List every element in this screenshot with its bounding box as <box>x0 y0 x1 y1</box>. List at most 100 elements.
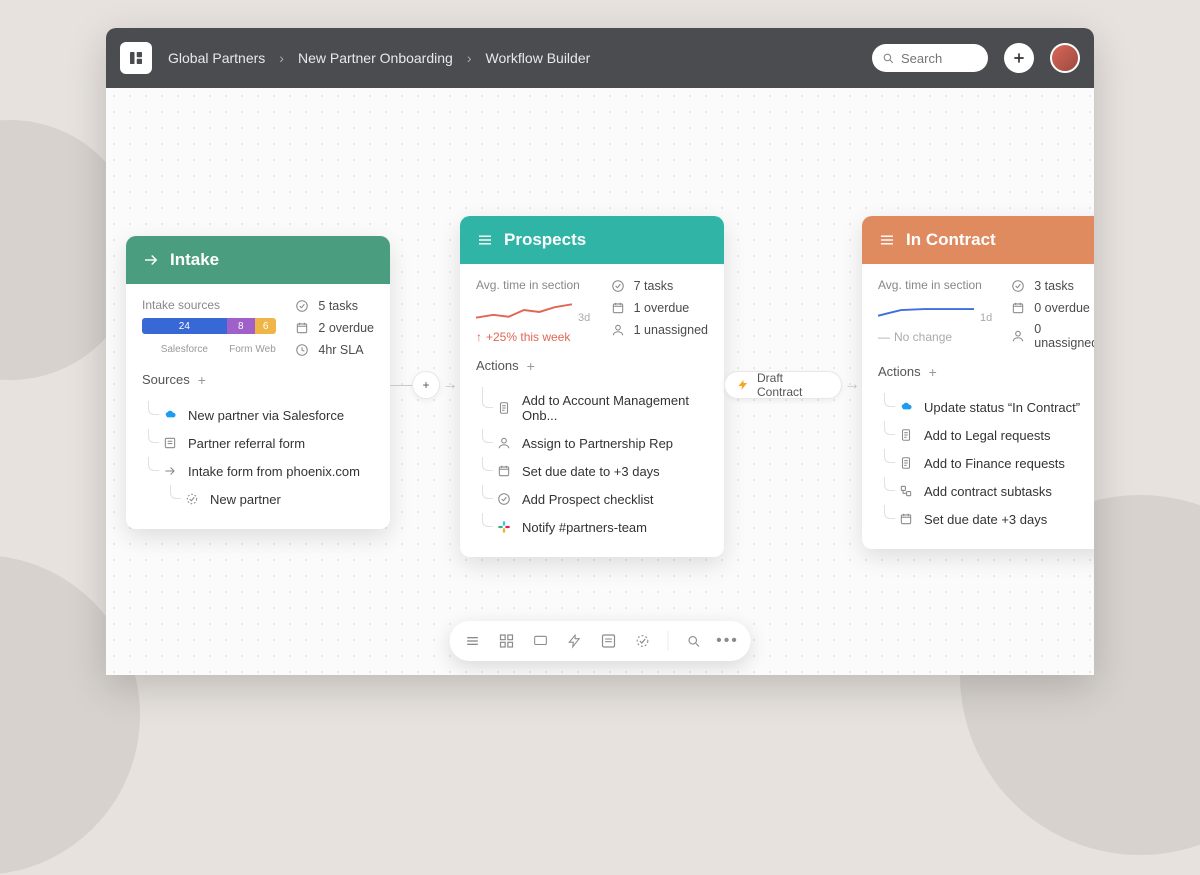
tool-form-button[interactable] <box>600 632 618 650</box>
segment: 6 <box>255 318 277 334</box>
add-action-button[interactable]: + <box>929 365 937 379</box>
clock-icon <box>294 342 310 358</box>
tool-approval-button[interactable] <box>634 632 652 650</box>
cal-icon <box>496 463 512 479</box>
card-header: In Contract <box>862 216 1094 264</box>
person-icon <box>610 322 626 338</box>
list-item[interactable]: Set due date to +3 days <box>478 457 708 485</box>
list-item[interactable]: Notify #partners-team <box>478 513 708 541</box>
list-item[interactable]: New partner <box>144 485 374 513</box>
insert-stage-button[interactable]: + <box>412 371 440 399</box>
arrow-up-icon: ↑ <box>476 330 482 344</box>
card-header: Prospects <box>460 216 724 264</box>
tool-more-button[interactable]: ••• <box>719 632 737 650</box>
stat-line: 3 tasks <box>1010 278 1094 294</box>
stat-list: 7 tasks1 overdue1 unassigned <box>610 278 708 344</box>
dash-icon: — <box>878 330 890 344</box>
bolt-icon <box>737 379 749 391</box>
tool-automation-button[interactable] <box>566 632 584 650</box>
sources-heading: Intake sources <box>142 298 276 312</box>
form-icon <box>162 435 178 451</box>
tool-card-button[interactable] <box>532 632 550 650</box>
separator <box>668 631 669 651</box>
transition-label: Draft Contract <box>757 371 829 399</box>
list-item[interactable]: Add to Legal requests <box>880 421 1094 449</box>
breadcrumb-item[interactable]: Global Partners <box>168 50 265 66</box>
list-item[interactable]: New partner via Salesforce <box>144 401 374 429</box>
doc-icon <box>898 427 914 443</box>
arrow-right-icon <box>142 251 160 269</box>
sources-bar: 2486 <box>142 318 276 334</box>
list-item[interactable]: Assign to Partnership Rep <box>478 429 708 457</box>
metric-title: Avg. time in section <box>878 278 992 292</box>
check-icon <box>294 298 310 314</box>
metric-delta: ↑ +25% this week <box>476 330 592 344</box>
list-item[interactable]: Add Prospect checklist <box>478 485 708 513</box>
segment-label: Salesforce <box>142 344 227 355</box>
list-item[interactable]: Add to Finance requests <box>880 449 1094 477</box>
arrow-icon <box>162 463 178 479</box>
list-item[interactable]: Update status “In Contract” <box>880 393 1094 421</box>
connector: Draft Contract → <box>724 384 862 386</box>
card-title: In Contract <box>906 230 996 250</box>
doc-icon <box>898 455 914 471</box>
list-item[interactable]: Add contract subtasks <box>880 477 1094 505</box>
action-list: Add to Account Management Onb...Assign t… <box>478 387 708 541</box>
person-icon <box>496 435 512 451</box>
search-box[interactable] <box>872 44 988 72</box>
metric-delta: — No change <box>878 330 992 344</box>
add-action-button[interactable]: + <box>527 359 535 373</box>
metric-badge: 3d <box>578 312 590 324</box>
stage-card-contract[interactable]: In Contract Avg. time in section 1d — No… <box>862 216 1094 549</box>
badge-icon <box>184 491 200 507</box>
app-logo[interactable] <box>120 42 152 74</box>
check-icon <box>496 491 512 507</box>
stat-line: 4hr SLA <box>294 342 374 358</box>
stat-list: 5 tasks2 overdue4hr SLA <box>294 298 374 358</box>
sparkline: 3d <box>476 298 592 324</box>
stat-line: 0 unassigned <box>1010 322 1094 350</box>
chevron-right-icon: › <box>279 50 284 66</box>
list-icon <box>878 231 896 249</box>
action-list: Update status “In Contract”Add to Legal … <box>880 393 1094 533</box>
workflow-canvas[interactable]: Intake Intake sources 2486 SalesforceFor… <box>106 88 1094 675</box>
search-input[interactable] <box>901 51 971 66</box>
stage-card-prospects[interactable]: Prospects Avg. time in section 3d ↑ +25%… <box>460 216 724 557</box>
topbar: Global Partners › New Partner Onboarding… <box>106 28 1094 88</box>
breadcrumb-item[interactable]: New Partner Onboarding <box>298 50 453 66</box>
check-icon <box>1010 278 1026 294</box>
segment: 24 <box>142 318 227 334</box>
list-heading: Actions <box>476 358 519 373</box>
metric-title: Avg. time in section <box>476 278 592 292</box>
stat-list: 3 tasks 0 overdue 0 unassigned <box>1010 278 1094 350</box>
tool-grid-button[interactable] <box>498 632 516 650</box>
transition-pill[interactable]: Draft Contract <box>724 371 842 399</box>
doc-icon <box>496 400 512 416</box>
breadcrumb-item[interactable]: Workflow Builder <box>486 50 591 66</box>
list-item[interactable]: Set due date +3 days <box>880 505 1094 533</box>
sparkline: 1d <box>878 298 992 324</box>
stat-line: 0 overdue <box>1010 300 1094 316</box>
add-button[interactable] <box>1004 43 1034 73</box>
stage-card-intake[interactable]: Intake Intake sources 2486 SalesforceFor… <box>126 236 390 529</box>
plus-icon <box>1011 50 1027 66</box>
cal-icon <box>610 300 626 316</box>
source-list: New partner via SalesforcePartner referr… <box>144 401 374 513</box>
add-source-button[interactable]: + <box>198 373 206 387</box>
list-icon <box>476 231 494 249</box>
chevron-right-icon: › <box>467 50 472 66</box>
slack-icon <box>496 519 512 535</box>
list-item[interactable]: Intake form from phoenix.com <box>144 457 374 485</box>
arrow-right-icon: → <box>844 376 860 394</box>
list-item[interactable]: Partner referral form <box>144 429 374 457</box>
sf-icon <box>162 407 178 423</box>
tool-zoom-button[interactable] <box>685 632 703 650</box>
list-heading: Actions <box>878 364 921 379</box>
cal-icon <box>1010 300 1026 316</box>
avatar[interactable] <box>1050 43 1080 73</box>
stat-line: 1 unassigned <box>610 322 708 338</box>
tool-list-button[interactable] <box>464 632 482 650</box>
person-icon <box>1010 328 1026 344</box>
list-item[interactable]: Add to Account Management Onb... <box>478 387 708 429</box>
card-header: Intake <box>126 236 390 284</box>
